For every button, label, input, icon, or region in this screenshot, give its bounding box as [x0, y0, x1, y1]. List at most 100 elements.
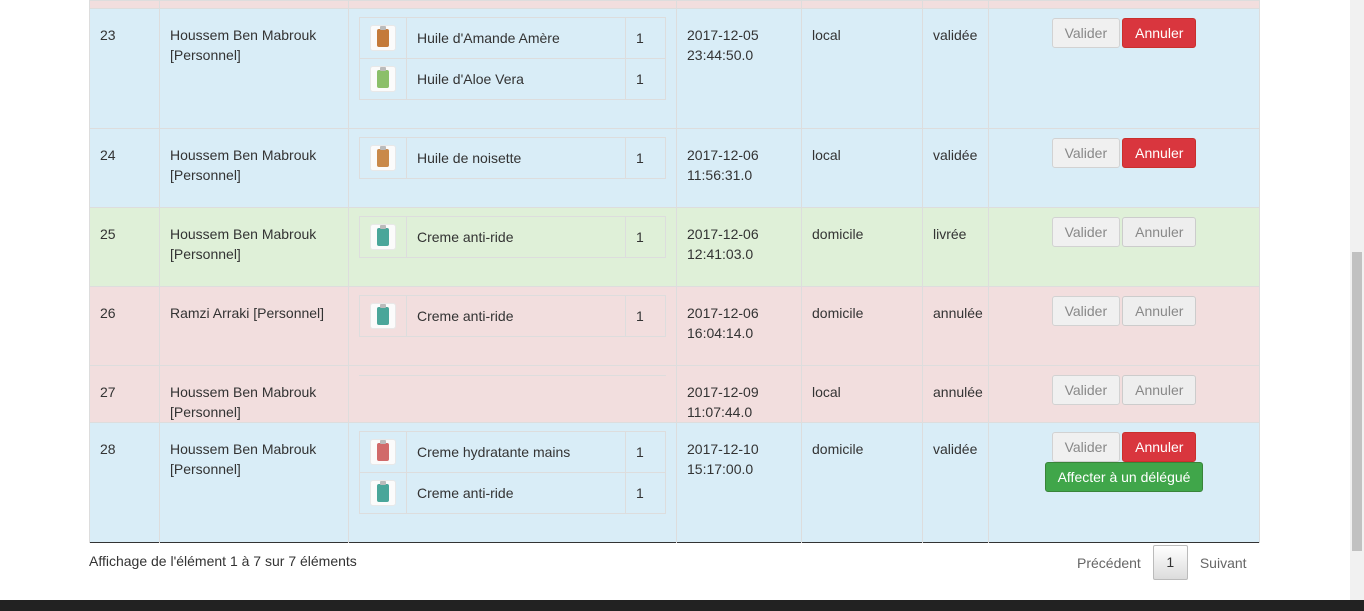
cream-jar-icon: [377, 440, 389, 461]
product-thumbnail: [359, 58, 407, 100]
next-page-link[interactable]: Suivant: [1188, 555, 1259, 571]
product-thumbnail: [359, 431, 407, 473]
order-products: Creme hydratante mains 1 Creme anti-ride…: [348, 422, 677, 543]
order-actions: Valider Annuler: [988, 365, 1260, 423]
products-table: Huile de noisette 1: [359, 137, 666, 179]
order-date: 2017-12-10: [687, 441, 759, 457]
page-button-current[interactable]: 1: [1152, 545, 1188, 580]
table-row: 23 Houssem Ben Mabrouk [Personnel] Huile…: [89, 8, 1260, 129]
order-status: validée: [922, 8, 989, 129]
cancel-button[interactable]: Annuler: [1122, 138, 1197, 168]
oil-bottle-icon: [377, 146, 389, 167]
order-date: 2017-12-05: [687, 27, 759, 43]
order-id: 25: [89, 207, 160, 287]
validate-button[interactable]: Valider: [1051, 432, 1121, 462]
product-name: Huile d'Amande Amère: [406, 17, 626, 59]
cancel-button[interactable]: Annuler: [1122, 432, 1197, 462]
order-datetime: 2017-12-06 12:41:03.0: [676, 207, 802, 287]
product-name: Huile d'Aloe Vera: [406, 58, 626, 100]
order-status: livrée: [922, 207, 989, 287]
product-qty: 1: [625, 137, 666, 179]
order-date: 2017-12-09: [687, 384, 759, 400]
order-status: annulée: [922, 286, 989, 366]
order-client: Ramzi Arraki [Personnel]: [159, 286, 349, 366]
assign-delegate-button[interactable]: Affecter à un délégué: [1044, 462, 1204, 492]
validate-button[interactable]: Valider: [1051, 18, 1121, 48]
order-client: Houssem Ben Mabrouk [Personnel]: [159, 207, 349, 287]
order-actions: Valider Annuler: [988, 128, 1260, 208]
product-qty: 1: [625, 58, 666, 100]
validate-button[interactable]: Valider: [1051, 138, 1121, 168]
product-row: Huile d'Amande Amère 1: [359, 17, 666, 59]
order-time: 15:17:00.0: [687, 461, 754, 477]
order-client: Houssem Ben Mabrouk [Personnel]: [159, 422, 349, 543]
order-status: validée: [922, 128, 989, 208]
products-table: Creme anti-ride 1: [359, 295, 666, 337]
order-client: Houssem Ben Mabrouk [Personnel]: [159, 128, 349, 208]
order-datetime: 2017-12-10 15:17:00.0: [676, 422, 802, 543]
orders-table-wrapper: 23 Houssem Ben Mabrouk [Personnel] Huile…: [89, 0, 1260, 543]
product-name: Creme hydratante mains: [406, 431, 626, 473]
orders-table: 23 Houssem Ben Mabrouk [Personnel] Huile…: [89, 0, 1260, 543]
table-row: 24 Houssem Ben Mabrouk [Personnel] Huile…: [89, 128, 1260, 208]
cream-jar-icon: [377, 304, 389, 325]
order-mode: local: [801, 128, 923, 208]
order-products: Huile d'Amande Amère 1 Huile d'Aloe Vera…: [348, 8, 677, 129]
order-date: 2017-12-06: [687, 147, 759, 163]
previous-row-edge: [89, 0, 1260, 9]
products-table: Huile d'Amande Amère 1 Huile d'Aloe Vera…: [359, 17, 666, 100]
order-client: Houssem Ben Mabrouk [Personnel]: [159, 365, 349, 423]
order-id: 28: [89, 422, 160, 543]
order-products: Creme anti-ride 1: [348, 286, 677, 366]
products-table: Creme anti-ride 1: [359, 216, 666, 258]
order-date: 2017-12-06: [687, 305, 759, 321]
product-row: Creme anti-ride 1: [359, 472, 666, 514]
products-table: Creme hydratante mains 1 Creme anti-ride…: [359, 431, 666, 514]
order-datetime: 2017-12-09 11:07:44.0: [676, 365, 802, 423]
product-qty: 1: [625, 216, 666, 258]
order-actions: Valider Annuler: [988, 286, 1260, 366]
product-thumbnail: [359, 17, 407, 59]
order-mode: domicile: [801, 207, 923, 287]
cancel-button[interactable]: Annuler: [1122, 375, 1197, 405]
cancel-button[interactable]: Annuler: [1122, 18, 1197, 48]
table-row: 28 Houssem Ben Mabrouk [Personnel] Creme…: [89, 422, 1260, 543]
aloe-bottle-icon: [377, 67, 389, 88]
order-products: Creme anti-ride 1: [348, 207, 677, 287]
cancel-button[interactable]: Annuler: [1122, 296, 1197, 326]
product-thumbnail: [359, 295, 407, 337]
order-id: 26: [89, 286, 160, 366]
product-name: Huile de noisette: [406, 137, 626, 179]
vertical-scrollbar[interactable]: [1350, 0, 1364, 600]
previous-page-link[interactable]: Précédent: [1065, 555, 1153, 571]
order-actions: Valider Annuler: [988, 207, 1260, 287]
product-name: Creme anti-ride: [406, 216, 626, 258]
scrollbar-thumb[interactable]: [1352, 252, 1362, 551]
pagination-info: Affichage de l'élément 1 à 7 sur 7 éléme…: [89, 553, 357, 569]
product-row: Creme anti-ride 1: [359, 216, 666, 258]
table-row: 25 Houssem Ben Mabrouk [Personnel] Creme…: [89, 207, 1260, 287]
order-datetime: 2017-12-05 23:44:50.0: [676, 8, 802, 129]
order-id: 27: [89, 365, 160, 423]
validate-button[interactable]: Valider: [1051, 217, 1121, 247]
validate-button[interactable]: Valider: [1051, 375, 1121, 405]
validate-button[interactable]: Valider: [1051, 296, 1121, 326]
product-qty: 1: [625, 431, 666, 473]
cancel-button[interactable]: Annuler: [1122, 217, 1197, 247]
table-row: 27 Houssem Ben Mabrouk [Personnel] 2017-…: [89, 365, 1260, 423]
product-row: Huile d'Aloe Vera 1: [359, 58, 666, 100]
product-row: Huile de noisette 1: [359, 137, 666, 179]
order-mode: domicile: [801, 286, 923, 366]
product-thumbnail: [359, 472, 407, 514]
product-name: Creme anti-ride: [406, 472, 626, 514]
order-time: 11:56:31.0: [687, 167, 753, 183]
cream-jar-icon: [377, 481, 389, 502]
product-name: Creme anti-ride: [406, 295, 626, 337]
order-mode: local: [801, 365, 923, 423]
order-time: 16:04:14.0: [687, 325, 754, 341]
product-thumbnail: [359, 216, 407, 258]
order-products: Huile de noisette 1: [348, 128, 677, 208]
product-qty: 1: [625, 17, 666, 59]
pagination: Précédent 1 Suivant: [1065, 545, 1259, 580]
oil-bottle-icon: [377, 26, 389, 47]
